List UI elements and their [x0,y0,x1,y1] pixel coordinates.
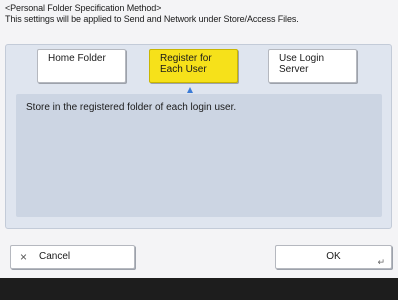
description-box: Store in the registered folder of each l… [16,94,382,217]
footer-bar [0,278,398,300]
home-folder-button[interactable]: Home Folder [37,49,126,83]
cancel-button[interactable]: × Cancel [10,245,135,269]
home-folder-label: Home Folder [48,53,106,64]
register-for-each-user-button[interactable]: Register for Each User [149,49,238,83]
login-label-line1: Use Login [279,53,325,64]
cancel-label: Cancel [39,251,71,262]
register-label-line2: Each User [160,64,207,75]
ok-button[interactable]: OK ↵ [275,245,392,269]
login-label-line2: Server [279,64,309,75]
register-label-line1: Register for [160,53,212,64]
selection-indicator-icon [187,87,193,93]
ok-label: OK [326,251,341,262]
enter-icon: ↵ [377,257,385,267]
close-icon: × [20,250,28,264]
description-text: Store in the registered folder of each l… [26,102,237,113]
header: <Personal Folder Specification Method> T… [5,3,395,25]
screen-title: <Personal Folder Specification Method> [5,3,162,13]
use-login-server-button[interactable]: Use Login Server [268,49,357,83]
screen-note: This settings will be applied to Send an… [5,14,299,24]
